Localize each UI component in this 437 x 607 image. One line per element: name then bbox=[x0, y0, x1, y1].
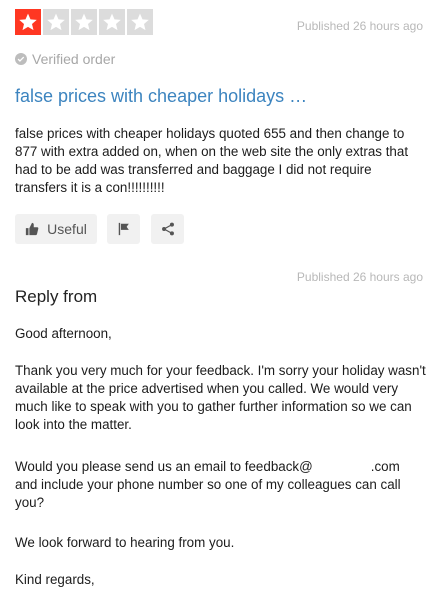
star-icon bbox=[19, 13, 37, 31]
star-rating bbox=[15, 9, 153, 35]
star-1 bbox=[15, 9, 41, 35]
share-icon bbox=[161, 222, 174, 236]
reply-published-date: Published 26 hours ago bbox=[296, 270, 423, 284]
review-published-date: Published 26 hours ago bbox=[296, 19, 423, 33]
reply-paragraph-3: We look forward to hearing from you. bbox=[15, 535, 235, 550]
reply-title: Reply from bbox=[15, 287, 98, 306]
star-3 bbox=[71, 9, 97, 35]
share-button[interactable] bbox=[151, 214, 184, 244]
reply-paragraph-1: Thank you very much for your feedback. I… bbox=[15, 363, 426, 432]
star-icon bbox=[103, 13, 121, 31]
verified-label: Verified order bbox=[32, 51, 116, 67]
star-2 bbox=[43, 9, 69, 35]
flag-icon bbox=[118, 222, 129, 236]
review-body: false prices with cheaper holidays quote… bbox=[15, 126, 409, 195]
check-circle-icon bbox=[15, 53, 27, 65]
star-4 bbox=[99, 9, 125, 35]
flag-button[interactable] bbox=[107, 214, 140, 244]
star-icon bbox=[75, 13, 93, 31]
star-5 bbox=[127, 9, 153, 35]
useful-button[interactable]: Useful bbox=[15, 214, 97, 244]
thumbs-up-icon bbox=[26, 222, 39, 236]
reply-paragraph-2-part-1: Would you please send us an email to fee… bbox=[15, 459, 313, 474]
useful-label: Useful bbox=[47, 221, 87, 237]
star-icon bbox=[47, 13, 65, 31]
reply-paragraph-2: Would you please send us an email to fee… bbox=[15, 458, 427, 512]
reply-greeting: Good afternoon, bbox=[15, 326, 112, 341]
star-icon bbox=[131, 13, 149, 31]
review-title[interactable]: false prices with cheaper holidays … bbox=[15, 86, 307, 107]
reply-signoff: Kind regards, bbox=[15, 572, 95, 587]
reply-paragraph-2-part-2: .com bbox=[370, 459, 400, 474]
verified-order-badge: Verified order bbox=[15, 51, 115, 67]
reply-paragraph-2-part-3: and include your phone number so one of … bbox=[15, 477, 401, 510]
